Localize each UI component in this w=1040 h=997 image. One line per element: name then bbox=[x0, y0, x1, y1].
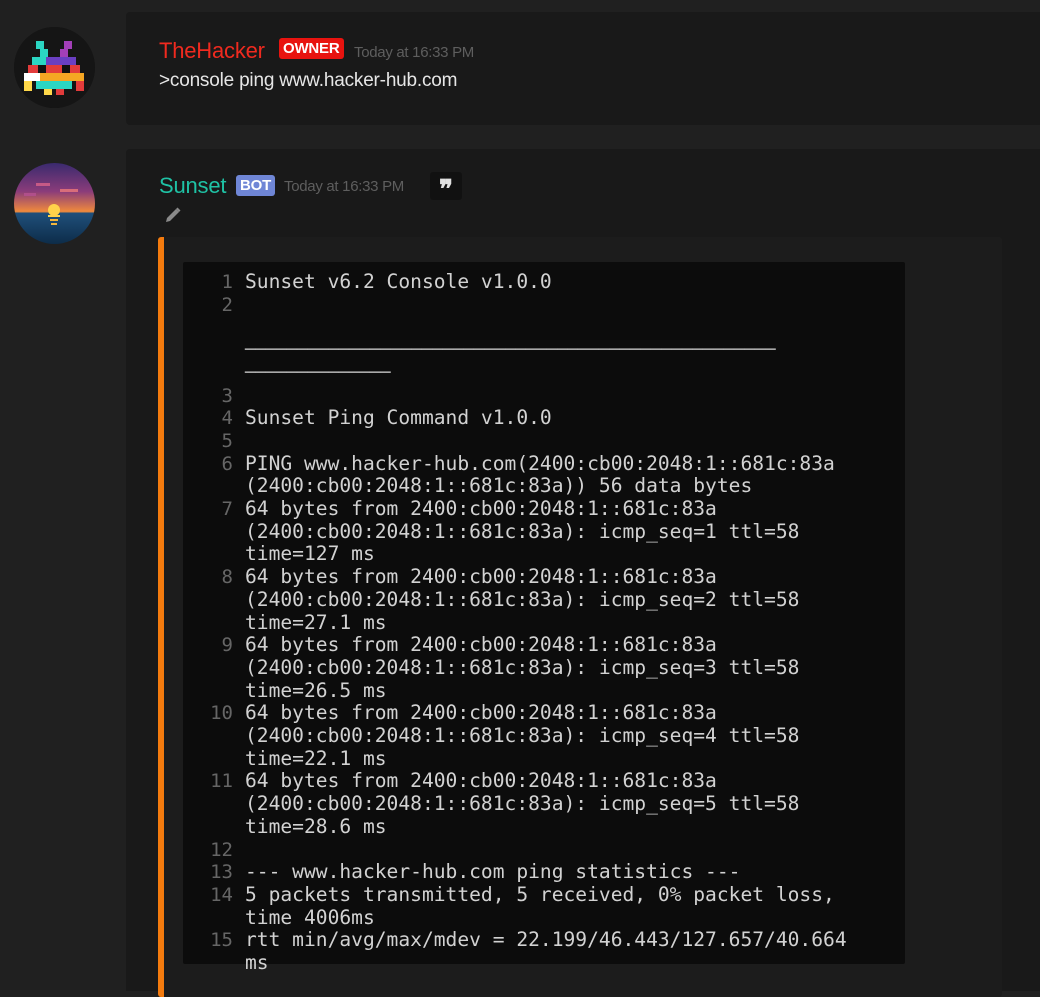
code-line-text: (2400:cb00:2048:1::681c:83a)) 56 data by… bbox=[245, 474, 753, 498]
code-line-text: time=22.1 ms bbox=[245, 746, 387, 770]
code-line-text: (2400:cb00:2048:1::681c:83a): icmp_seq=3… bbox=[245, 655, 800, 679]
line-number: 8 bbox=[221, 566, 233, 589]
avatar[interactable] bbox=[14, 27, 95, 108]
code-line-text: 64 bytes from 2400:cb00:2048:1::681c:83a bbox=[245, 769, 717, 793]
line-number: 11 bbox=[210, 770, 233, 793]
line-number: 4 bbox=[221, 407, 233, 430]
pencil-icon[interactable] bbox=[164, 206, 182, 229]
quote-icon[interactable]: ❞ bbox=[430, 172, 462, 205]
line-number: 13 bbox=[210, 861, 233, 884]
line-number: 15 bbox=[210, 929, 233, 952]
message-content: >console ping www.hacker-hub.com bbox=[159, 70, 458, 91]
line-number: 3 bbox=[221, 384, 233, 407]
code-line-text: (2400:cb00:2048:1::681c:83a): icmp_seq=4… bbox=[245, 724, 800, 747]
line-number: 14 bbox=[210, 883, 233, 906]
line-number: 1 bbox=[221, 271, 233, 293]
code-line-text: PING www.hacker-hub.com(2400:cb00:2048:1… bbox=[245, 451, 835, 475]
code-block: 1 Sunset v6.2 Console v1.0.0 2 ────────────… bbox=[183, 262, 905, 974]
code-line-text: --- www.hacker-hub.com ping statistics -… bbox=[245, 860, 741, 884]
owner-badge: OWNER bbox=[279, 38, 344, 59]
code-line-text: 64 bytes from 2400:cb00:2048:1::681c:83a bbox=[245, 701, 717, 725]
line-number: 6 bbox=[221, 452, 233, 475]
code-line-text: time=26.5 ms bbox=[245, 678, 387, 702]
code-line-text: Sunset v6.2 Console v1.0.0 bbox=[245, 270, 552, 293]
code-line-text: ms bbox=[245, 951, 269, 974]
code-line-text: (2400:cb00:2048:1::681c:83a): icmp_seq=5… bbox=[245, 792, 800, 816]
code-line-text: (2400:cb00:2048:1::681c:83a): icmp_seq=2… bbox=[245, 587, 800, 611]
avatar[interactable] bbox=[14, 163, 95, 244]
code-line-text: time=27.1 ms bbox=[245, 610, 387, 634]
line-number: 5 bbox=[221, 429, 233, 452]
space-invader-avatar-icon bbox=[14, 27, 95, 108]
line-number: 10 bbox=[210, 702, 233, 725]
sunset-avatar-icon bbox=[14, 163, 95, 244]
code-line-text: ────────────────────────────────────────… bbox=[245, 340, 776, 361]
line-number: 2 bbox=[221, 293, 233, 316]
line-number: 12 bbox=[210, 838, 233, 861]
message-group-thehacker bbox=[126, 12, 1040, 125]
code-line-text: Sunset Ping Command v1.0.0 bbox=[245, 406, 552, 430]
code-line-text: ────────────── bbox=[245, 362, 391, 383]
username[interactable]: TheHacker bbox=[159, 38, 265, 64]
code-line-text: time=28.6 ms bbox=[245, 814, 387, 838]
code-line-text: 64 bytes from 2400:cb00:2048:1::681c:83a bbox=[245, 497, 717, 520]
code-line-text: time 4006ms bbox=[245, 905, 375, 929]
bot-badge: BOT bbox=[236, 175, 276, 196]
line-number: 9 bbox=[221, 634, 233, 657]
code-line-text: 64 bytes from 2400:cb00:2048:1::681c:83a bbox=[245, 633, 717, 657]
username[interactable]: Sunset bbox=[159, 173, 226, 199]
code-line-text: 64 bytes from 2400:cb00:2048:1::681c:83a bbox=[245, 565, 717, 589]
timestamp: Today at 16:33 PM bbox=[284, 178, 404, 195]
code-line-text: 5 packets transmitted, 5 received, 0% pa… bbox=[245, 882, 835, 906]
code-line-text: rtt min/avg/max/mdev = 22.199/46.443/127… bbox=[245, 928, 847, 952]
line-number: 7 bbox=[221, 498, 233, 520]
code-line-text: time=127 ms bbox=[245, 542, 375, 566]
timestamp: Today at 16:33 PM bbox=[354, 44, 474, 61]
code-line-text: (2400:cb00:2048:1::681c:83a): icmp_seq=1… bbox=[245, 519, 800, 543]
